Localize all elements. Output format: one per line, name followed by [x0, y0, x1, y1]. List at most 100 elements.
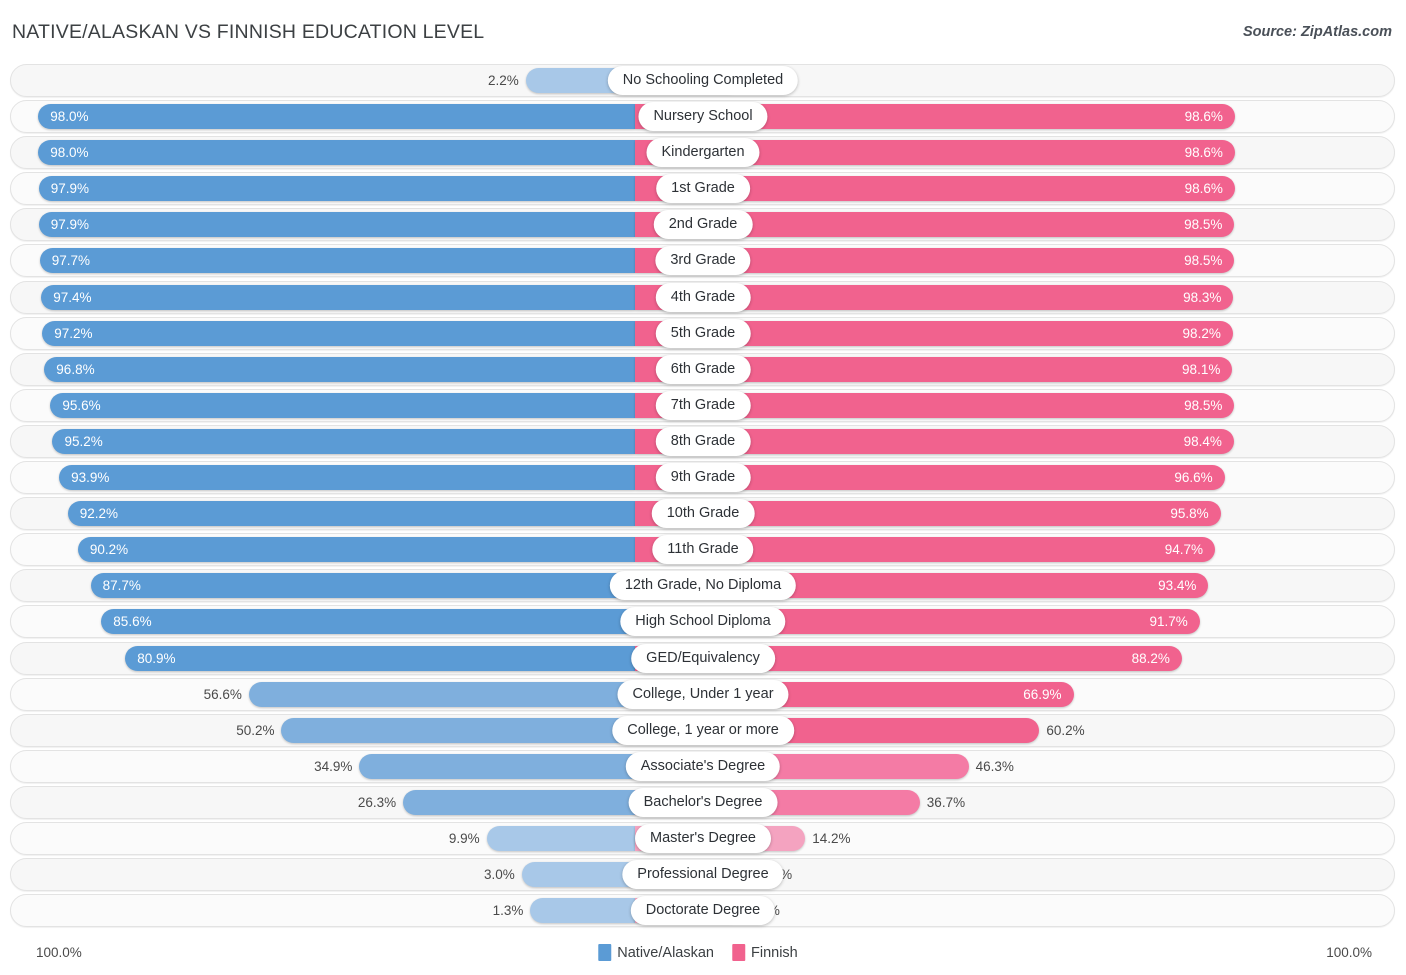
bar-native-alaskan[interactable]: 97.9%	[39, 176, 635, 201]
bar-value-finnish: 98.1%	[1182, 357, 1220, 382]
bar-value-finnish: 96.6%	[1174, 465, 1212, 490]
legend-item[interactable]: Finnish	[732, 944, 798, 961]
chart-row: 34.9%46.3%Associate's Degree	[0, 750, 1406, 783]
category-label: 10th Grade	[652, 499, 755, 528]
bar-native-alaskan[interactable]: 85.6%	[101, 609, 635, 634]
bar-value-native-alaskan: 96.8%	[56, 357, 94, 382]
bar-value-finnish: 98.5%	[1184, 393, 1222, 418]
bar-value-native-alaskan: 98.0%	[50, 104, 88, 129]
category-label: Associate's Degree	[626, 752, 780, 781]
bar-value-finnish: 93.4%	[1158, 573, 1196, 598]
bar-native-alaskan[interactable]: 87.7%	[91, 573, 635, 598]
bar-native-alaskan[interactable]: 92.2%	[68, 501, 635, 526]
chart-row: 95.6% 98.5% 7th Grade	[0, 389, 1406, 422]
category-label: 9th Grade	[656, 463, 751, 492]
category-label: College, 1 year or more	[612, 716, 794, 745]
bar-native-alaskan[interactable]: 26.3%	[403, 790, 635, 815]
category-label: 2nd Grade	[654, 210, 753, 239]
chart-row: 96.8% 98.1% 6th Grade	[0, 353, 1406, 386]
bar-value-native-alaskan: 56.6%	[204, 682, 242, 707]
bar-value-native-alaskan: 98.0%	[50, 140, 88, 165]
legend-item[interactable]: Native/Alaskan	[598, 944, 714, 961]
category-label: Bachelor's Degree	[629, 788, 778, 817]
legend-label: Native/Alaskan	[617, 945, 714, 961]
chart-row: 56.6%66.9%College, Under 1 year	[0, 678, 1406, 711]
category-label: 3rd Grade	[655, 246, 750, 275]
bar-native-alaskan[interactable]: 80.9%	[125, 646, 635, 671]
bar-native-alaskan[interactable]: 93.9%	[59, 465, 635, 490]
bar-value-finnish: 98.6%	[1185, 140, 1223, 165]
category-label: Doctorate Degree	[631, 896, 775, 925]
bar-native-alaskan[interactable]: 97.9%	[39, 212, 635, 237]
legend-swatch-icon	[598, 944, 611, 961]
bar-value-native-alaskan: 26.3%	[358, 790, 396, 815]
source-attribution: Source: ZipAtlas.com	[1243, 24, 1392, 40]
bar-native-alaskan[interactable]: 97.7%	[40, 248, 635, 273]
bar-native-alaskan[interactable]: 95.2%	[52, 429, 635, 454]
category-label: Professional Degree	[622, 860, 783, 889]
chart-row: 92.2% 95.8% 10th Grade	[0, 497, 1406, 530]
category-label: No Schooling Completed	[608, 66, 798, 95]
bar-native-alaskan[interactable]: 90.2%	[78, 537, 635, 562]
bar-value-finnish: 98.4%	[1184, 429, 1222, 454]
bar-native-alaskan[interactable]: 3.0%	[522, 862, 635, 887]
page-title: NATIVE/ALASKAN VS FINNISH EDUCATION LEVE…	[12, 21, 484, 44]
bar-native-alaskan[interactable]: 98.0%	[38, 104, 635, 129]
chart-row: 80.9%88.2%GED/Equivalency	[0, 642, 1406, 675]
bar-value-finnish: 36.7%	[927, 790, 965, 815]
axis-label-right: 100.0%	[1326, 945, 1372, 960]
bar-value-native-alaskan: 87.7%	[103, 573, 141, 598]
bar-native-alaskan[interactable]: 97.2%	[42, 321, 635, 346]
chart-row: 95.2% 98.4% 8th Grade	[0, 425, 1406, 458]
bar-value-native-alaskan: 9.9%	[449, 826, 480, 851]
bar-value-native-alaskan: 97.9%	[51, 176, 89, 201]
category-label: 7th Grade	[656, 391, 751, 420]
bar-native-alaskan[interactable]: 1.3%	[530, 898, 635, 923]
bar-value-native-alaskan: 97.4%	[53, 285, 91, 310]
bar-value-native-alaskan: 34.9%	[314, 754, 352, 779]
bar-native-alaskan[interactable]: 98.0%	[38, 140, 635, 165]
chart-row: 9.9%14.2%Master's Degree	[0, 822, 1406, 855]
bar-native-alaskan[interactable]: 56.6%	[249, 682, 635, 707]
bar-value-finnish: 98.6%	[1185, 104, 1223, 129]
bar-value-native-alaskan: 95.6%	[62, 393, 100, 418]
bar-value-finnish: 95.8%	[1170, 501, 1208, 526]
chart-row: 3.0%4.2%Professional Degree	[0, 858, 1406, 891]
chart-row: 90.2%94.7%11th Grade	[0, 533, 1406, 566]
chart-row: 98.0% 98.6% Kindergarten	[0, 136, 1406, 169]
bar-value-finnish: 60.2%	[1046, 718, 1084, 743]
bar-value-finnish: 91.7%	[1149, 609, 1187, 634]
bar-value-finnish: 98.5%	[1184, 248, 1222, 273]
chart-row: 2.2%1.5%No Schooling Completed	[0, 64, 1406, 97]
axis-label-left: 100.0%	[36, 945, 82, 960]
category-label: Kindergarten	[646, 138, 759, 167]
bar-value-native-alaskan: 80.9%	[137, 646, 175, 671]
category-label: 6th Grade	[656, 355, 751, 384]
bar-value-native-alaskan: 97.7%	[52, 248, 90, 273]
bar-native-alaskan[interactable]: 96.8%	[44, 357, 635, 382]
header: NATIVE/ALASKAN VS FINNISH EDUCATION LEVE…	[0, 0, 1406, 58]
chart-row: 50.2% 60.2% College, 1 year or more	[0, 714, 1406, 747]
bar-native-alaskan[interactable]: 34.9%	[359, 754, 635, 779]
bar-value-native-alaskan: 90.2%	[90, 537, 128, 562]
chart-row: 26.3% 36.7% Bachelor's Degree	[0, 786, 1406, 819]
legend-label: Finnish	[751, 945, 798, 961]
chart-row: 97.9%98.6%1st Grade	[0, 172, 1406, 205]
chart-row: 98.0%98.6%Nursery School	[0, 100, 1406, 133]
chart-row: 93.9% 96.6% 9th Grade	[0, 461, 1406, 494]
bar-value-native-alaskan: 95.2%	[64, 429, 102, 454]
category-label: 8th Grade	[656, 427, 751, 456]
bar-native-alaskan[interactable]: 95.6%	[50, 393, 635, 418]
chart-row: 85.6%91.7%High School Diploma	[0, 605, 1406, 638]
legend-swatch-icon	[732, 944, 745, 961]
bar-value-native-alaskan: 97.2%	[54, 321, 92, 346]
bar-native-alaskan[interactable]: 97.4%	[41, 285, 635, 310]
bar-value-native-alaskan: 97.9%	[51, 212, 89, 237]
bar-native-alaskan[interactable]: 50.2%	[281, 718, 635, 743]
bar-native-alaskan[interactable]: 9.9%	[487, 826, 635, 851]
bar-value-finnish: 98.5%	[1184, 212, 1222, 237]
bar-value-native-alaskan: 3.0%	[484, 862, 515, 887]
bar-value-finnish: 98.2%	[1183, 321, 1221, 346]
category-label: 11th Grade	[652, 535, 753, 564]
chart-row: 97.9% 98.5% 2nd Grade	[0, 208, 1406, 241]
